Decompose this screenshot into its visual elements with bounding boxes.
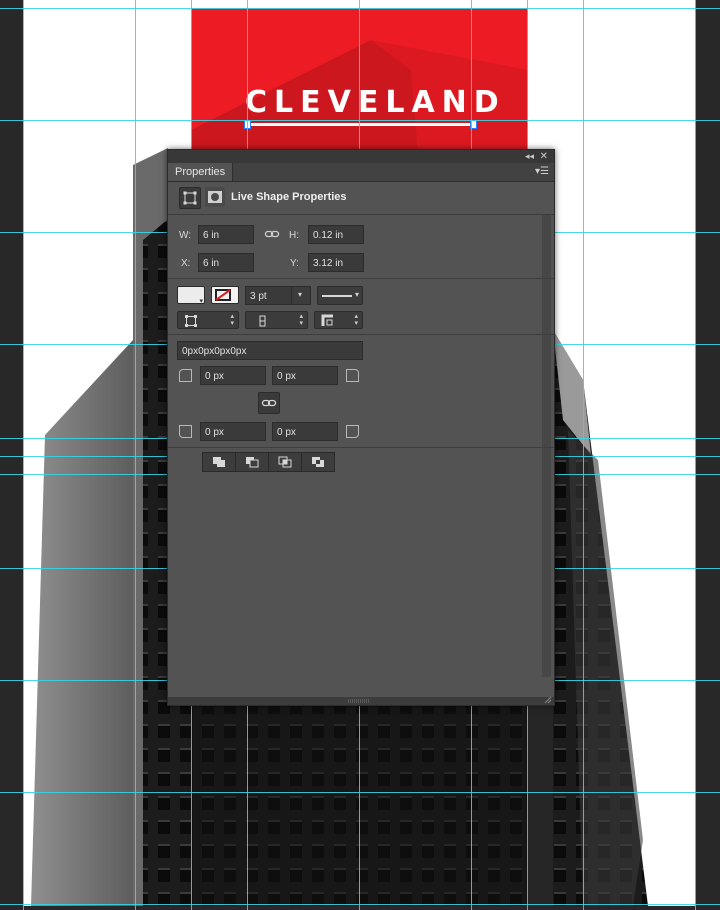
guide-vertical[interactable]: [695, 0, 696, 910]
corner-bottom-right-field[interactable]: 0 px: [272, 422, 338, 441]
guide-horizontal[interactable]: [0, 120, 720, 121]
mask-icon[interactable]: [205, 187, 225, 207]
link-dimensions-icon[interactable]: [264, 226, 280, 247]
corner-top-left-field[interactable]: 0 px: [200, 366, 266, 385]
properties-header: Live Shape Properties: [168, 182, 554, 215]
panel-resize-grip-icon[interactable]: [348, 699, 370, 703]
guide-horizontal[interactable]: [0, 792, 720, 793]
width-label: W:: [179, 230, 192, 241]
x-label: X:: [181, 258, 191, 269]
stroke-caps-dropdown[interactable]: ▴ ▾: [245, 311, 308, 329]
height-label: H:: [289, 230, 299, 241]
subtract-front-shape-button[interactable]: [236, 453, 269, 471]
link-corners-button[interactable]: [258, 392, 280, 414]
panel-corner-resize-icon[interactable]: [544, 696, 552, 704]
selected-line-shape[interactable]: [247, 123, 473, 126]
y-label: Y:: [290, 258, 299, 269]
subtract-front-shape-icon: [246, 457, 259, 468]
corner-bottom-right-icon: [346, 425, 359, 438]
guide-horizontal[interactable]: [0, 904, 720, 905]
intersect-shape-areas-button[interactable]: [269, 453, 302, 471]
live-shape-transform-icon[interactable]: [179, 187, 201, 209]
combine-shapes-icon: [213, 457, 225, 467]
height-field[interactable]: 0.12 in: [308, 225, 364, 244]
path-operations-group: [202, 452, 335, 472]
panel-menu-icon[interactable]: ▾☰: [535, 166, 549, 177]
corner-radius-section: 0px0px0px0px 0 px 0 px 0 px 0 px: [168, 335, 554, 448]
panel-tab-bar: Properties ▾☰: [168, 163, 554, 182]
combine-shapes-button[interactable]: [203, 453, 236, 471]
pasteboard-right: [695, 0, 720, 910]
y-position-field[interactable]: 3.12 in: [308, 253, 364, 272]
intersect-shape-areas-icon: [278, 456, 292, 468]
double-chevron-left-icon[interactable]: ◂◂: [525, 150, 534, 163]
stroke-corners-icon: [321, 314, 333, 326]
corner-bottom-left-field[interactable]: 0 px: [200, 422, 266, 441]
stroke-caps-icon: [259, 315, 266, 327]
logo-text[interactable]: CLEVELAND: [245, 88, 506, 118]
stroke-width-dropdown[interactable]: ▾: [291, 286, 311, 305]
guide-vertical[interactable]: [583, 0, 584, 910]
pasteboard-left: [0, 0, 23, 910]
corner-top-right-icon: [346, 369, 359, 382]
link-icon: [261, 399, 277, 407]
x-position-field[interactable]: 6 in: [198, 253, 254, 272]
stroke-swatch[interactable]: [211, 286, 239, 304]
panel-title-bar[interactable]: ◂◂ ✕: [168, 150, 554, 163]
exclude-overlapping-shapes-icon: [312, 457, 324, 467]
stroke-align-icon: [185, 315, 197, 327]
stroke-align-dropdown[interactable]: ▴ ▾: [177, 311, 239, 329]
width-field[interactable]: 6 in: [198, 225, 254, 244]
fill-swatch[interactable]: ▾: [177, 286, 205, 305]
corner-bottom-left-icon: [179, 425, 192, 438]
properties-panel[interactable]: ◂◂ ✕ Properties ▾☰ Live Shape Properties…: [167, 149, 555, 706]
guide-vertical[interactable]: [135, 0, 136, 910]
stroke-type-dropdown[interactable]: ▾: [317, 286, 363, 305]
corner-radius-combined-field[interactable]: 0px0px0px0px: [177, 341, 363, 360]
exclude-overlapping-shapes-button[interactable]: [302, 453, 335, 471]
close-icon[interactable]: ✕: [540, 150, 548, 163]
guide-vertical[interactable]: [23, 0, 24, 910]
corner-top-left-icon: [179, 369, 192, 382]
tab-properties[interactable]: Properties: [168, 163, 234, 181]
guide-horizontal[interactable]: [0, 8, 720, 9]
transform-section: W: 6 in H: 0.12 in X: 6 in Y: 3.12 in: [168, 215, 554, 279]
appearance-section: ▾ 3 pt ▾ ▾ ▴ ▾ ▴ ▾ ▴ ▾: [168, 279, 554, 335]
no-stroke-icon: [215, 289, 231, 301]
stroke-corners-dropdown[interactable]: ▴ ▾: [314, 311, 363, 329]
panel-section-title: Live Shape Properties: [231, 191, 347, 203]
corner-top-right-field[interactable]: 0 px: [272, 366, 338, 385]
